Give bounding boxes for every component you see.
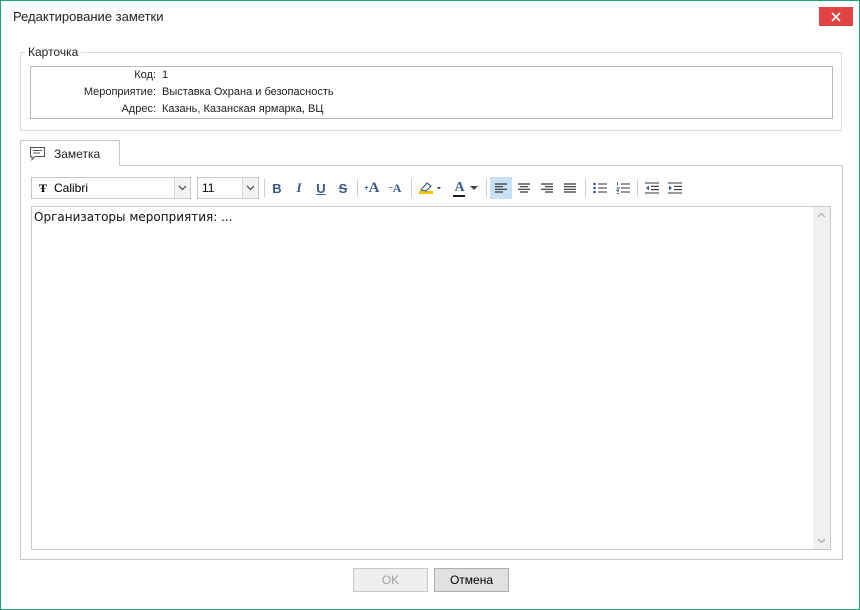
bullet-list-icon [593, 182, 607, 194]
font-size-value: 11 [202, 181, 215, 195]
highlight-color-button[interactable] [415, 177, 445, 199]
code-label: Код: [134, 69, 156, 81]
strikethrough-button[interactable]: S [332, 177, 354, 199]
card-row-event: Мероприятие: Выставка Охрана и безопасно… [31, 86, 832, 103]
shrink-font-button[interactable]: − A [384, 177, 406, 199]
address-label: Адрес: [121, 103, 156, 115]
scroll-up-icon[interactable] [817, 212, 826, 218]
align-right-icon [541, 183, 553, 193]
outdent-icon [645, 182, 659, 194]
close-button[interactable] [819, 7, 853, 26]
highlighter-icon [419, 182, 441, 194]
event-label: Мероприятие: [83, 86, 156, 98]
align-center-icon [518, 183, 530, 193]
address-value: Казань, Казанская ярмарка, ВЦ [162, 103, 324, 115]
strikethrough-icon: S [338, 180, 348, 196]
align-left-button[interactable] [490, 177, 512, 199]
card-info-box: Код: 1 Мероприятие: Выставка Охрана и бе… [30, 66, 833, 119]
toolbar-separator [585, 179, 586, 197]
scroll-down-icon[interactable] [817, 538, 826, 544]
ok-button[interactable]: OK [353, 568, 428, 592]
note-text[interactable]: Организаторы мероприятия: ... [34, 210, 233, 224]
cancel-button[interactable]: Отмена [434, 568, 509, 592]
underline-button[interactable]: U [310, 177, 332, 199]
note-editor[interactable]: Организаторы мероприятия: ... [31, 206, 831, 550]
align-right-button[interactable] [536, 177, 558, 199]
toolbar-separator [357, 179, 358, 197]
tab-note[interactable]: Заметка [20, 140, 120, 166]
tab-note-label: Заметка [54, 146, 101, 161]
font-color-button[interactable]: A [451, 177, 481, 199]
chevron-down-icon[interactable] [242, 178, 258, 198]
window-title: Редактирование заметки [13, 9, 164, 24]
numbered-list-icon [616, 182, 630, 194]
card-legend: Карточка [25, 45, 82, 59]
decrease-indent-button[interactable] [641, 177, 663, 199]
align-left-icon [495, 183, 507, 193]
note-tab-panel: Ŧ Calibri 11 B I U S + A − A A Организат… [20, 165, 843, 560]
font-color-icon: A [454, 180, 465, 195]
close-icon [831, 11, 841, 22]
title-bar: Редактирование заметки [1, 1, 859, 31]
font-family-select[interactable]: Ŧ Calibri [31, 177, 191, 199]
font-icon: Ŧ [38, 180, 47, 195]
grow-font-icon: A [368, 179, 380, 196]
align-justify-button[interactable] [559, 177, 581, 199]
chevron-down-icon[interactable] [174, 178, 190, 198]
formatting-toolbar: Ŧ Calibri 11 B I U S + A − A A [31, 176, 831, 200]
font-family-value: Calibri [54, 181, 89, 195]
align-justify-icon [564, 183, 576, 193]
bold-icon: B [272, 180, 282, 196]
font-size-select[interactable]: 11 [197, 177, 259, 199]
bold-button[interactable]: B [266, 177, 288, 199]
card-row-code: Код: 1 [31, 69, 832, 86]
grow-font-button[interactable]: + A [361, 177, 383, 199]
toolbar-separator [486, 179, 487, 197]
bullet-list-button[interactable] [589, 177, 611, 199]
toolbar-separator [411, 179, 412, 197]
card-group: Карточка Код: 1 Мероприятие: Выставка Ох… [20, 45, 842, 131]
event-value: Выставка Охрана и безопасность [162, 86, 334, 98]
code-value: 1 [162, 69, 169, 81]
toolbar-separator [264, 179, 265, 197]
shrink-font-icon: A [392, 180, 402, 195]
card-row-address: Адрес: Казань, Казанская ярмарка, ВЦ [31, 103, 832, 120]
increase-indent-button[interactable] [664, 177, 686, 199]
align-center-button[interactable] [513, 177, 535, 199]
numbered-list-button[interactable] [612, 177, 634, 199]
toolbar-separator [637, 179, 638, 197]
indent-icon [668, 182, 682, 194]
note-edit-dialog: Редактирование заметки Карточка Код: 1 М… [0, 0, 860, 610]
chevron-down-icon [469, 185, 478, 190]
vertical-scrollbar[interactable] [813, 207, 830, 549]
italic-button[interactable]: I [288, 177, 310, 199]
underline-icon: U [316, 180, 326, 196]
italic-icon: I [296, 180, 302, 195]
comment-icon [29, 146, 46, 161]
